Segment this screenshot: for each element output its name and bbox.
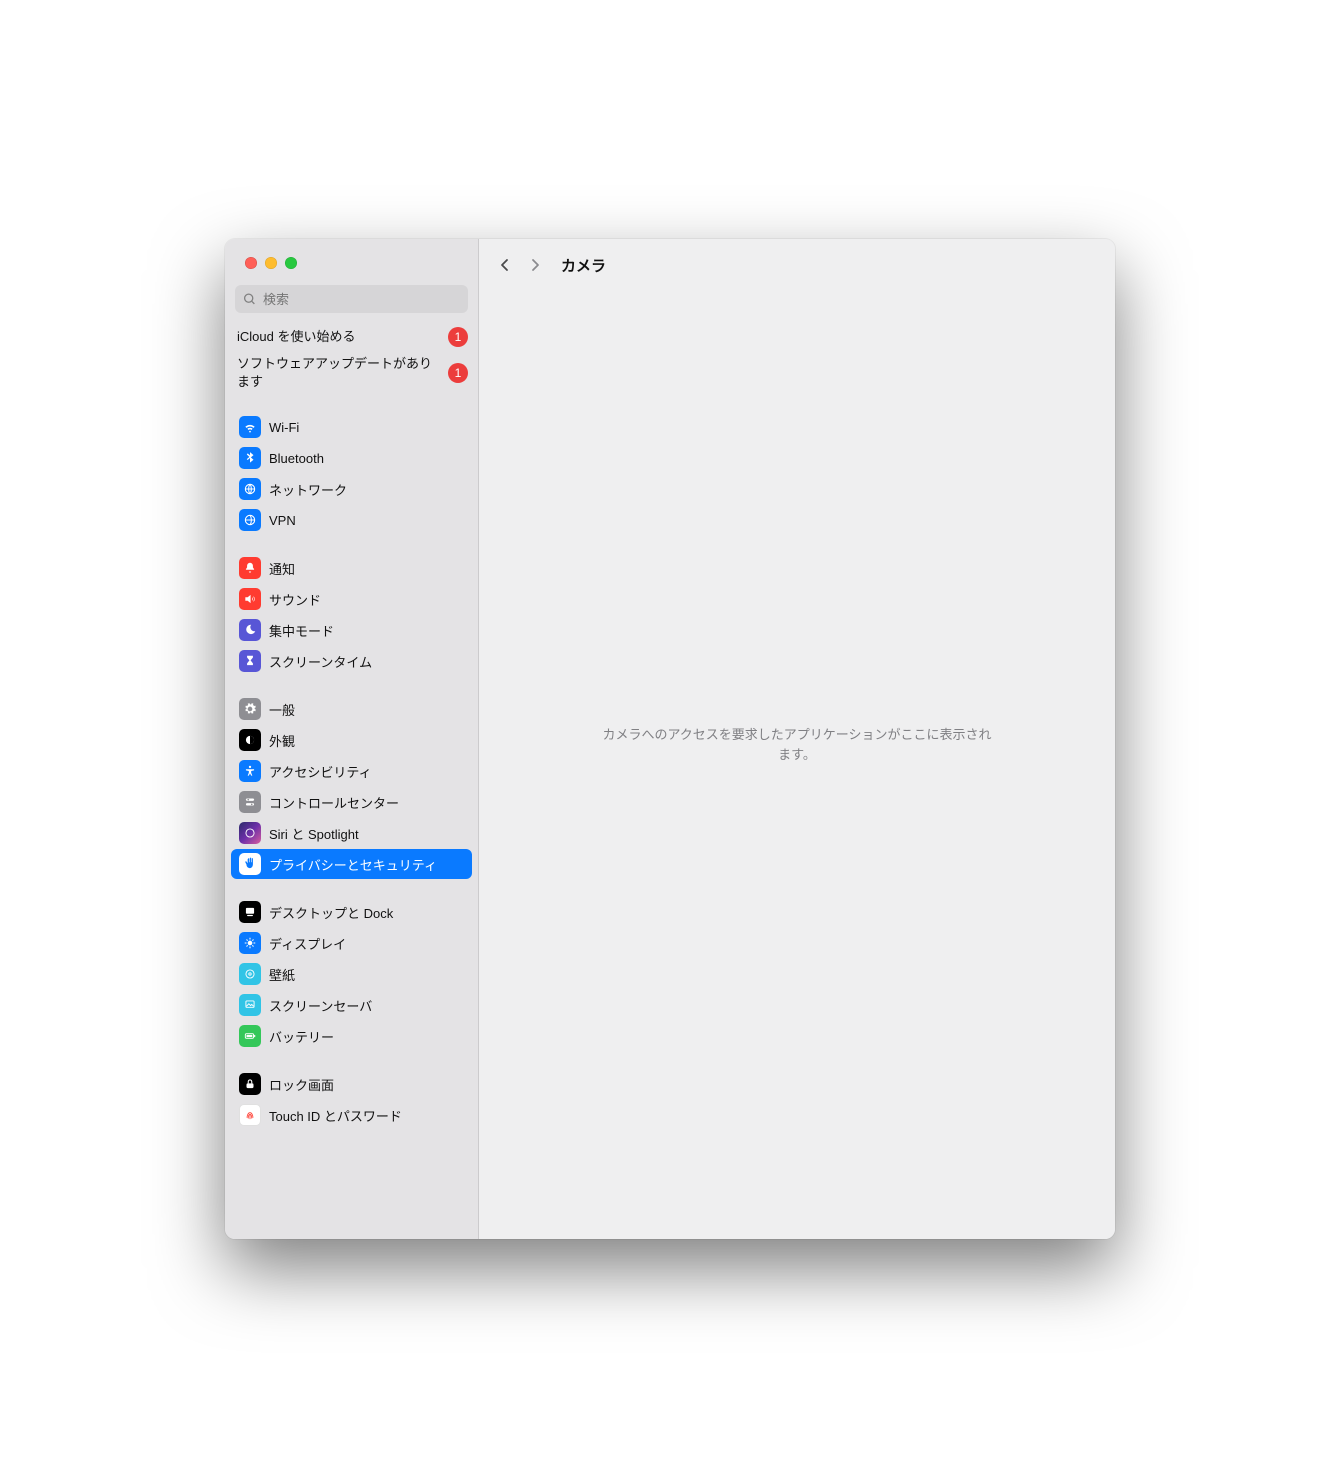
page-title: カメラ — [561, 255, 606, 276]
sidebar-item-label: Bluetooth — [269, 451, 324, 466]
sidebar-item-label: 一般 — [269, 700, 295, 719]
sidebar-item-siri[interactable]: Siri と Spotlight — [231, 818, 472, 848]
sidebar-item-label: VPN — [269, 513, 296, 528]
search-container — [235, 285, 468, 313]
bluetooth-icon — [239, 447, 261, 469]
sidebar-item-wallpaper[interactable]: 壁紙 — [231, 959, 472, 989]
sidebar-item-bluetooth[interactable]: Bluetooth — [231, 443, 472, 473]
screensaver-icon — [239, 994, 261, 1016]
sidebar-item-touchid[interactable]: Touch ID とパスワード — [231, 1100, 472, 1130]
sidebar-item-label: スクリーンタイム — [269, 652, 372, 671]
switches-icon — [239, 791, 261, 813]
empty-state-message: カメラへのアクセスを要求したアプリケーションがここに表示されます。 — [597, 725, 997, 765]
lock-icon — [239, 1073, 261, 1095]
sidebar-item-label: コントロールセンター — [269, 793, 399, 812]
sidebar-item-control-center[interactable]: コントロールセンター — [231, 787, 472, 817]
notice-label: ソフトウェアアップデートがあります — [237, 355, 448, 391]
appearance-icon — [239, 729, 261, 751]
settings-window: iCloud を使い始める 1 ソフトウェアアップデートがあります 1 Wi-F… — [225, 239, 1115, 1239]
sidebar-item-network[interactable]: ネットワーク — [231, 474, 472, 504]
network-icon — [239, 478, 261, 500]
sidebar-item-sound[interactable]: サウンド — [231, 584, 472, 614]
sidebar: iCloud を使い始める 1 ソフトウェアアップデートがあります 1 Wi-F… — [225, 239, 479, 1239]
zoom-button[interactable] — [285, 257, 297, 269]
display-icon — [239, 932, 261, 954]
sidebar-item-label: Wi-Fi — [269, 420, 299, 435]
sidebar-item-appearance[interactable]: 外観 — [231, 725, 472, 755]
sidebar-item-accessibility[interactable]: アクセシビリティ — [231, 756, 472, 786]
sidebar-item-screentime[interactable]: スクリーンタイム — [231, 646, 472, 676]
close-button[interactable] — [245, 257, 257, 269]
main-body: カメラへのアクセスを要求したアプリケーションがここに表示されます。 — [479, 291, 1115, 1239]
sidebar-item-label: Touch ID とパスワード — [269, 1106, 402, 1125]
sidebar-item-label: バッテリー — [269, 1027, 334, 1046]
sidebar-item-label: デスクトップと Dock — [269, 903, 393, 922]
sidebar-item-desktop-dock[interactable]: デスクトップと Dock — [231, 897, 472, 927]
sidebar-item-wifi[interactable]: Wi-Fi — [231, 412, 472, 442]
sidebar-item-label: ディスプレイ — [269, 934, 346, 953]
sidebar-item-vpn[interactable]: VPN — [231, 505, 472, 535]
sidebar-item-privacy-security[interactable]: プライバシーとセキュリティ — [231, 849, 472, 879]
main-content: カメラ カメラへのアクセスを要求したアプリケーションがここに表示されます。 — [479, 239, 1115, 1239]
notice-badge: 1 — [448, 327, 468, 347]
moon-icon — [239, 619, 261, 641]
sidebar-item-general[interactable]: 一般 — [231, 694, 472, 724]
gear-icon — [239, 698, 261, 720]
sidebar-item-battery[interactable]: バッテリー — [231, 1021, 472, 1051]
sidebar-item-notifications[interactable]: 通知 — [231, 553, 472, 583]
wallpaper-icon — [239, 963, 261, 985]
notice-badge: 1 — [448, 363, 468, 383]
sidebar-item-screensaver[interactable]: スクリーンセーバ — [231, 990, 472, 1020]
sidebar-item-label: サウンド — [269, 590, 321, 609]
accessibility-icon — [239, 760, 261, 782]
notice-label: iCloud を使い始める — [237, 328, 361, 346]
battery-icon — [239, 1025, 261, 1047]
minimize-button[interactable] — [265, 257, 277, 269]
sidebar-item-label: アクセシビリティ — [269, 762, 372, 781]
wifi-icon — [239, 416, 261, 438]
siri-icon — [239, 822, 261, 844]
hourglass-icon — [239, 650, 261, 672]
back-button[interactable] — [497, 257, 513, 273]
sidebar-item-label: スクリーンセーバ — [269, 996, 372, 1015]
forward-button[interactable] — [527, 257, 543, 273]
sidebar-item-label: 集中モード — [269, 621, 334, 640]
sidebar-item-label: 壁紙 — [269, 965, 295, 984]
sidebar-item-label: 通知 — [269, 559, 295, 578]
sidebar-item-label: ネットワーク — [269, 480, 347, 499]
sidebar-item-label: プライバシーとセキュリティ — [269, 855, 437, 874]
sidebar-item-label: Siri と Spotlight — [269, 824, 359, 843]
sidebar-item-display[interactable]: ディスプレイ — [231, 928, 472, 958]
window-controls — [225, 239, 478, 269]
hand-icon — [239, 853, 261, 875]
fingerprint-icon — [239, 1104, 261, 1126]
sidebar-item-focus[interactable]: 集中モード — [231, 615, 472, 645]
desktop-icon — [239, 901, 261, 923]
main-header: カメラ — [479, 239, 1115, 291]
sidebar-item-label: ロック画面 — [269, 1075, 334, 1094]
sidebar-item-lock-screen[interactable]: ロック画面 — [231, 1069, 472, 1099]
sidebar-notice-icloud[interactable]: iCloud を使い始める 1 — [231, 323, 472, 351]
vpn-icon — [239, 509, 261, 531]
bell-icon — [239, 557, 261, 579]
sidebar-notice-software-update[interactable]: ソフトウェアアップデートがあります 1 — [231, 351, 472, 395]
sidebar-item-label: 外観 — [269, 731, 295, 750]
sound-icon — [239, 588, 261, 610]
search-input[interactable] — [235, 285, 468, 313]
